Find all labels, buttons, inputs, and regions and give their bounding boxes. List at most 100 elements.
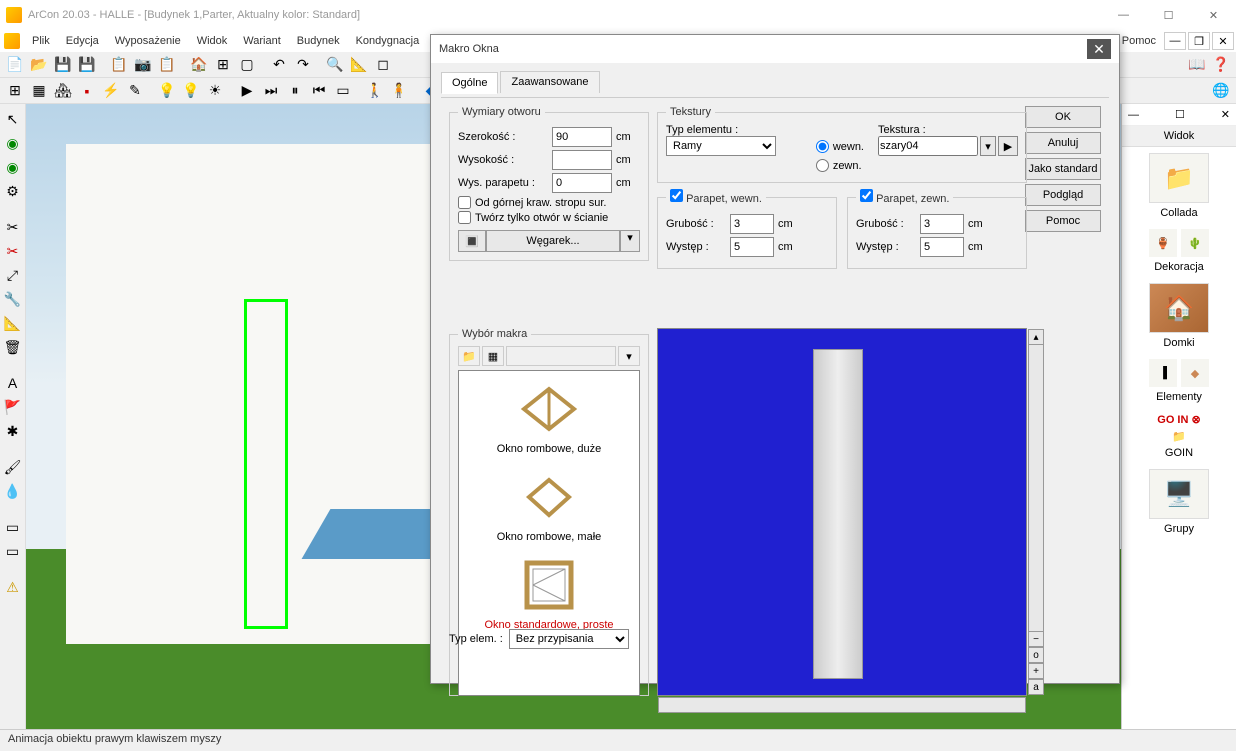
- preview-up-icon[interactable]: ▴: [1028, 329, 1044, 345]
- makro-folder-icon[interactable]: 📁: [458, 346, 480, 366]
- menu-wyposazenie[interactable]: Wyposażenie: [107, 33, 189, 49]
- makro-item-rombowe-male[interactable]: Okno rombowe, małe: [467, 467, 631, 543]
- color1-icon[interactable]: ▪: [76, 80, 98, 102]
- preview-viewport[interactable]: ▴ − o + a: [657, 328, 1027, 696]
- wystep-z-field[interactable]: [920, 237, 964, 257]
- save-icon[interactable]: 💾: [52, 54, 74, 76]
- redo-icon[interactable]: ↷: [292, 54, 314, 76]
- tekstura-field[interactable]: [878, 136, 978, 156]
- catalogue-item-elementy[interactable]: ▐◆ Elementy: [1149, 359, 1209, 403]
- star-icon[interactable]: ✱: [2, 420, 24, 442]
- menu-edycja[interactable]: Edycja: [58, 33, 107, 49]
- target2-icon[interactable]: ◉: [2, 156, 24, 178]
- help-button[interactable]: Pomoc: [1025, 210, 1101, 232]
- flag-icon[interactable]: 🚩: [2, 396, 24, 418]
- chk-gorna[interactable]: [458, 196, 471, 209]
- seq-icon[interactable]: ▭: [332, 80, 354, 102]
- mdi-close-icon[interactable]: ✕: [1212, 32, 1234, 50]
- cut-icon[interactable]: ✂: [2, 216, 24, 238]
- stepback-icon[interactable]: ⏮: [308, 80, 330, 102]
- grid-icon[interactable]: ⊞: [4, 80, 26, 102]
- layers-icon[interactable]: ▦: [28, 80, 50, 102]
- saveall-icon[interactable]: 💾: [76, 54, 98, 76]
- menu-kondygnacja[interactable]: Kondygnacja: [348, 33, 428, 49]
- person2-icon[interactable]: 🧍: [388, 80, 410, 102]
- target1-icon[interactable]: ◉: [2, 132, 24, 154]
- catalogue-item-collada[interactable]: 📁 Collada: [1149, 153, 1209, 219]
- mdi-minimize-icon[interactable]: —: [1164, 32, 1186, 50]
- gear1-icon[interactable]: ⚙: [2, 180, 24, 202]
- warn-icon[interactable]: ⚠: [2, 576, 24, 598]
- parapet-field[interactable]: [552, 173, 612, 193]
- menu-widok[interactable]: Widok: [189, 33, 236, 49]
- text-icon[interactable]: A: [2, 372, 24, 394]
- catalogue-item-domki[interactable]: 🏠 Domki: [1149, 283, 1209, 349]
- chk-otwor[interactable]: [458, 211, 471, 224]
- dropper-icon[interactable]: 💧: [2, 480, 24, 502]
- minimize-button[interactable]: —: [1101, 0, 1146, 30]
- grubosc-z-field[interactable]: [920, 214, 964, 234]
- globe-icon[interactable]: 🌐: [1210, 80, 1232, 102]
- catalogue-minimize-icon[interactable]: —: [1128, 109, 1139, 121]
- catalogue-item-grupy[interactable]: 🖥️ Grupy: [1149, 469, 1209, 535]
- catalogue-maximize-icon[interactable]: ☐: [1175, 108, 1185, 121]
- open-icon[interactable]: 📂: [28, 54, 50, 76]
- undo-icon[interactable]: ↶: [268, 54, 290, 76]
- makro-dropdown-icon[interactable]: ▾: [618, 346, 640, 366]
- trash-icon[interactable]: 🗑: [2, 336, 24, 358]
- tool1-icon[interactable]: ▭: [2, 516, 24, 538]
- lamp2-icon[interactable]: 💡: [180, 80, 202, 102]
- preview-scroll-h[interactable]: [658, 697, 1026, 713]
- catalogue-close-icon[interactable]: ✕: [1221, 108, 1230, 121]
- menu-pomoc[interactable]: Pomoc: [1114, 33, 1164, 49]
- tekstura-dropdown-icon[interactable]: ▾: [980, 136, 996, 156]
- ruler-icon[interactable]: 📐: [2, 312, 24, 334]
- camera-icon[interactable]: 📷: [132, 54, 154, 76]
- play-icon[interactable]: ▶: [236, 80, 258, 102]
- wrench-icon[interactable]: 🔧: [2, 288, 24, 310]
- tab-ogolne[interactable]: Ogólne: [441, 72, 498, 94]
- catalogue-item-goin[interactable]: GO IN ⊗ 📁 GOIN: [1157, 413, 1200, 459]
- preview-a-icon[interactable]: a: [1028, 679, 1044, 695]
- chk-parapet-wewn[interactable]: [670, 189, 683, 202]
- window-icon[interactable]: ⊞: [212, 54, 234, 76]
- radio-wewn[interactable]: [816, 140, 829, 153]
- mdi-restore-icon[interactable]: ❐: [1188, 32, 1210, 50]
- box-icon[interactable]: ◻: [372, 54, 394, 76]
- paste-icon[interactable]: 📋: [156, 54, 178, 76]
- house2-icon[interactable]: 🏘: [52, 80, 74, 102]
- measure-icon[interactable]: 📐: [348, 54, 370, 76]
- wysokosc-field[interactable]: [552, 150, 612, 170]
- cut2-icon[interactable]: ✂: [2, 240, 24, 262]
- stepfwd-icon[interactable]: ⏭: [260, 80, 282, 102]
- tab-zaawansowane[interactable]: Zaawansowane: [500, 71, 599, 93]
- scale-icon[interactable]: ⤢: [2, 264, 24, 286]
- cancel-button[interactable]: Anuluj: [1025, 132, 1101, 154]
- help-icon[interactable]: ❓: [1210, 54, 1232, 76]
- book-icon[interactable]: 📖: [1186, 54, 1208, 76]
- typ-elem-select[interactable]: Bez przypisania: [509, 629, 629, 649]
- dialog-close-icon[interactable]: ✕: [1087, 39, 1111, 59]
- chk-parapet-zewn[interactable]: [860, 189, 873, 202]
- makro-grid-icon[interactable]: ▦: [482, 346, 504, 366]
- preview-zero-icon[interactable]: o: [1028, 647, 1044, 663]
- person-icon[interactable]: 🚶: [364, 80, 386, 102]
- tool2-icon[interactable]: ▭: [2, 540, 24, 562]
- makro-item-standardowe[interactable]: Okno standardowe, proste: [467, 555, 631, 631]
- menu-plik[interactable]: Plik: [24, 33, 58, 49]
- pointer-icon[interactable]: ↖: [2, 108, 24, 130]
- new-icon[interactable]: 📄: [4, 54, 26, 76]
- close-button[interactable]: ✕: [1191, 0, 1236, 30]
- wegarek-dropdown-icon[interactable]: ▾: [620, 230, 640, 252]
- sun-icon[interactable]: ☀: [204, 80, 226, 102]
- standard-button[interactable]: Jako standard: [1025, 158, 1101, 180]
- preview-minus-icon[interactable]: −: [1028, 631, 1044, 647]
- wegarek-icon[interactable]: 🔳: [458, 230, 486, 252]
- menu-budynek[interactable]: Budynek: [289, 33, 348, 49]
- wystep-w-field[interactable]: [730, 237, 774, 257]
- preview-button[interactable]: Podgląd: [1025, 184, 1101, 206]
- pause-icon[interactable]: ⏸: [284, 80, 306, 102]
- house-icon[interactable]: 🏠: [188, 54, 210, 76]
- tekstura-go-icon[interactable]: ▶: [998, 136, 1018, 156]
- wegarek-button[interactable]: Węgarek...: [486, 230, 620, 252]
